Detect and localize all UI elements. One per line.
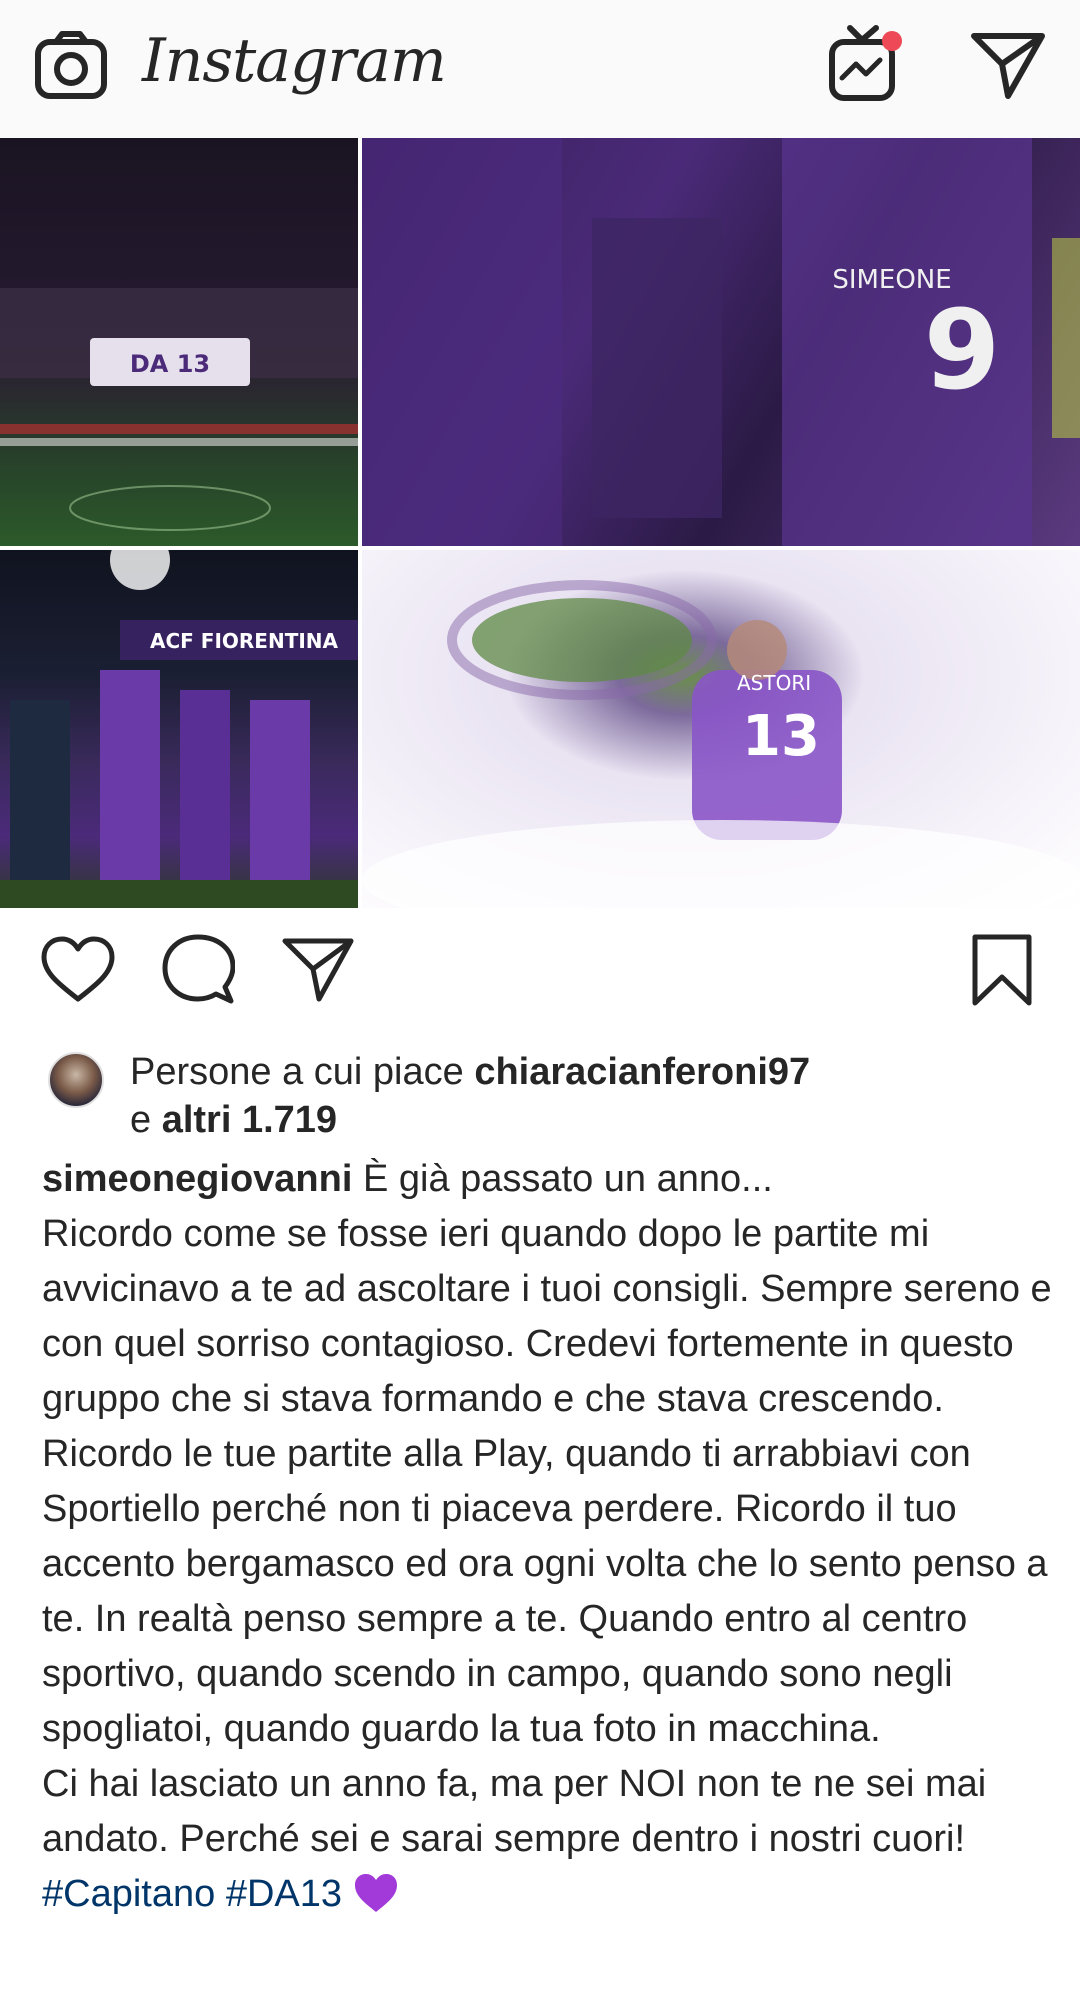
caption-username[interactable]: simeonegiovanni [42, 1158, 352, 1200]
camera-icon[interactable] [34, 30, 108, 102]
hashtag-da13[interactable]: #DA13 [226, 1873, 342, 1915]
share-icon[interactable] [278, 930, 358, 1010]
post-action-bar [0, 930, 1080, 1020]
direct-message-icon[interactable] [970, 30, 1046, 102]
top-bar: Instagram [0, 0, 1080, 138]
likes-middle: e [130, 1099, 162, 1141]
purple-heart-icon [353, 1872, 399, 1914]
heart-icon[interactable] [38, 930, 118, 1010]
likes-count[interactable]: altri 1.719 [162, 1099, 337, 1141]
tribute-number-text: 13 [742, 704, 820, 769]
notification-dot [882, 31, 902, 51]
banner-text: DA 13 [130, 350, 210, 378]
post-caption: simeonegiovanni È già passato un anno...… [42, 1152, 1052, 1922]
bookmark-icon[interactable] [962, 930, 1042, 1010]
team-salute-photo[interactable]: ACF FIORENTINA [0, 550, 358, 908]
post-image-grid[interactable]: DA 13 SIMEONE 9 ACF FIORENTINA ASTORI 13 [0, 138, 1080, 908]
fiorentina-board-text: ACF FIORENTINA [150, 629, 339, 653]
comment-icon[interactable] [158, 930, 238, 1010]
liker-username[interactable]: chiaracianferoni97 [474, 1051, 810, 1093]
likes-prefix: Persone a cui piace [130, 1051, 475, 1093]
jersey-number-text: 9 [924, 286, 1001, 414]
players-hug-photo[interactable]: SIMEONE 9 [362, 138, 1080, 546]
caption-text: È già passato un anno... Ricordo come se… [42, 1158, 1052, 1860]
likes-text[interactable]: Persone a cui piace chiaracianferoni97 e… [130, 1048, 810, 1144]
tribute-name-text: ASTORI [737, 671, 811, 695]
tribute-clouds-photo[interactable]: ASTORI 13 [362, 550, 1080, 908]
stadium-banner-photo[interactable]: DA 13 [0, 138, 358, 546]
avatar[interactable] [48, 1052, 104, 1108]
instagram-logo: Instagram [142, 26, 447, 96]
hashtag-capitano[interactable]: #Capitano [42, 1873, 215, 1915]
igtv-icon[interactable] [826, 24, 906, 104]
